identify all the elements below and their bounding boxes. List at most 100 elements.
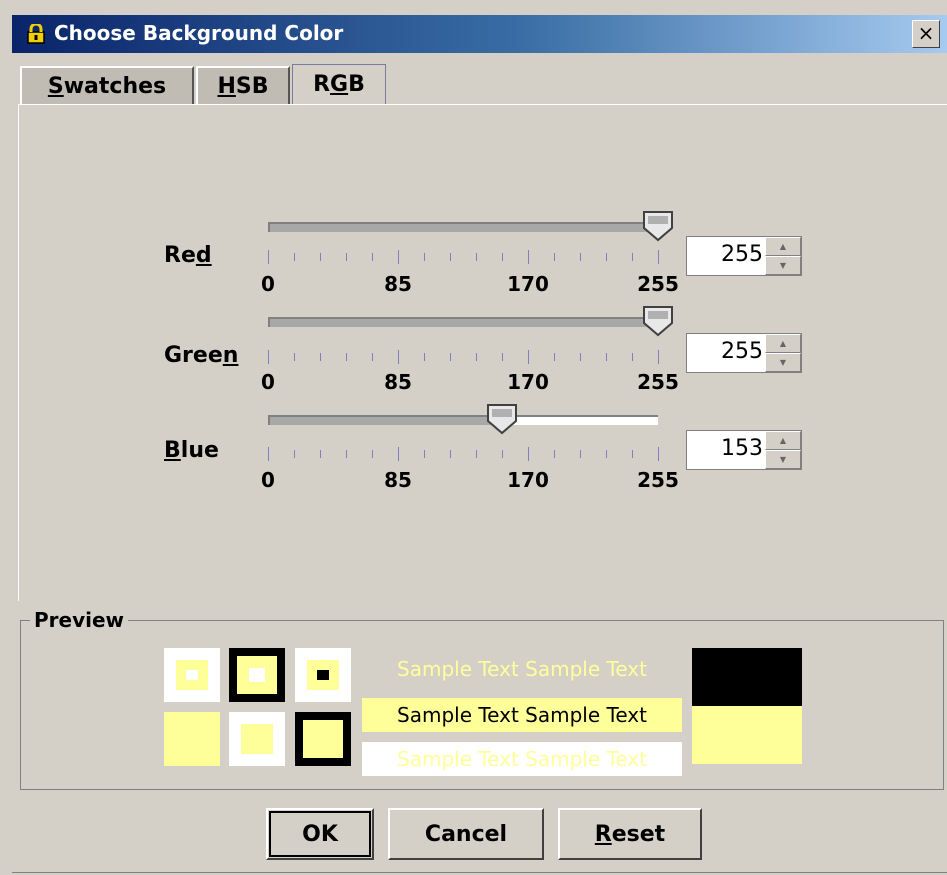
- preview-title: Preview: [30, 608, 129, 632]
- tick-label: 170: [507, 370, 549, 394]
- tick-mark: [658, 250, 659, 264]
- choose-color-dialog: Choose Background Color × Swatches HSB R…: [0, 0, 947, 875]
- spin-up-icon[interactable]: ▲: [765, 334, 801, 353]
- tick-mark: [528, 250, 529, 264]
- blue-spinner[interactable]: 153 ▲ ▼: [686, 430, 802, 470]
- dialog-title: Choose Background Color: [54, 21, 344, 45]
- tick-mark: [372, 450, 373, 458]
- spin-down-icon[interactable]: ▼: [765, 256, 801, 275]
- green-spinner[interactable]: 255 ▲ ▼: [686, 333, 802, 373]
- tick-label: 85: [384, 370, 412, 394]
- tick-mark: [502, 353, 503, 361]
- spin-down-icon[interactable]: ▼: [765, 353, 801, 372]
- spin-up-icon[interactable]: ▲: [765, 237, 801, 256]
- tick-mark: [424, 450, 425, 458]
- blue-value: 153: [721, 436, 763, 461]
- preview-swatch: [229, 712, 285, 766]
- close-button[interactable]: ×: [912, 20, 940, 48]
- tick-mark: [268, 350, 269, 364]
- spin-down-icon[interactable]: ▼: [765, 450, 801, 469]
- tick-mark: [398, 250, 399, 264]
- red-ticks: [268, 250, 659, 264]
- tick-mark: [554, 450, 555, 458]
- tick-mark: [476, 353, 477, 361]
- tick-label: 0: [261, 272, 275, 296]
- tick-mark: [398, 447, 399, 461]
- tick-mark: [580, 353, 581, 361]
- tick-label: 0: [261, 370, 275, 394]
- red-slider-fill: [270, 224, 658, 232]
- sample-text-on-white: Sample Text Sample Text: [362, 742, 682, 776]
- preview-old-color: [692, 648, 802, 706]
- cancel-button[interactable]: Cancel: [388, 808, 544, 860]
- tick-label: 85: [384, 468, 412, 492]
- tick-mark: [606, 450, 607, 458]
- tick-mark: [632, 450, 633, 458]
- tick-mark: [320, 253, 321, 261]
- tick-mark: [346, 353, 347, 361]
- tab-swatches[interactable]: Swatches: [20, 66, 194, 104]
- tick-mark: [606, 253, 607, 261]
- red-slider-thumb[interactable]: [642, 210, 674, 242]
- tick-mark: [294, 450, 295, 458]
- tick-mark: [372, 253, 373, 261]
- tick-mark: [632, 253, 633, 261]
- tick-label: 0: [261, 468, 275, 492]
- preview-swatch: [295, 712, 351, 766]
- red-slider-track[interactable]: [268, 222, 658, 232]
- tick-mark: [580, 450, 581, 458]
- tick-mark: [476, 450, 477, 458]
- tick-mark: [346, 450, 347, 458]
- tick-mark: [294, 353, 295, 361]
- green-slider-fill: [270, 319, 658, 327]
- red-value: 255: [721, 242, 763, 267]
- tick-label: 170: [507, 468, 549, 492]
- green-label: Green: [164, 343, 239, 368]
- tick-mark: [320, 450, 321, 458]
- blue-slider-thumb[interactable]: [486, 403, 518, 435]
- tick-mark: [294, 253, 295, 261]
- tick-mark: [398, 350, 399, 364]
- spin-up-icon[interactable]: ▲: [765, 431, 801, 450]
- sample-text-on-yellow: Sample Text Sample Text: [362, 698, 682, 732]
- blue-label: Blue: [164, 438, 219, 463]
- tick-label: 255: [637, 272, 679, 296]
- tab-label: Swatches: [47, 73, 167, 99]
- tick-mark: [528, 447, 529, 461]
- red-spinner[interactable]: 255 ▲ ▼: [686, 236, 802, 276]
- tick-mark: [632, 353, 633, 361]
- reset-button[interactable]: Reset: [558, 808, 702, 860]
- close-icon: ×: [917, 21, 935, 45]
- tick-label: 255: [637, 370, 679, 394]
- tick-label: 170: [507, 272, 549, 296]
- tick-mark: [450, 450, 451, 458]
- tick-mark: [424, 353, 425, 361]
- tick-mark: [268, 447, 269, 461]
- preview-swatch: [164, 648, 220, 702]
- tick-mark: [528, 350, 529, 364]
- tick-mark: [450, 253, 451, 261]
- tick-mark: [580, 253, 581, 261]
- green-ticks: [268, 350, 659, 364]
- green-slider-thumb[interactable]: [642, 305, 674, 337]
- preview-swatch: [164, 712, 220, 766]
- dialog-bottom-edge: [12, 872, 947, 873]
- tick-mark: [320, 353, 321, 361]
- tick-label: 85: [384, 272, 412, 296]
- ok-button[interactable]: OK: [266, 808, 374, 860]
- red-label: Red: [164, 243, 212, 268]
- tick-mark: [554, 253, 555, 261]
- preview-swatch: [229, 648, 285, 702]
- tab-rgb[interactable]: RGB: [292, 64, 386, 104]
- blue-slider-track[interactable]: [268, 415, 658, 425]
- tick-mark: [268, 250, 269, 264]
- green-value: 255: [721, 339, 763, 364]
- tab-hsb[interactable]: HSB: [196, 66, 290, 104]
- tick-mark: [346, 253, 347, 261]
- tick-mark: [658, 350, 659, 364]
- green-slider-track[interactable]: [268, 317, 658, 327]
- tick-label: 255: [637, 468, 679, 492]
- tick-mark: [424, 253, 425, 261]
- title-bar[interactable]: Choose Background Color: [12, 15, 947, 53]
- tab-label: RGB: [313, 72, 365, 97]
